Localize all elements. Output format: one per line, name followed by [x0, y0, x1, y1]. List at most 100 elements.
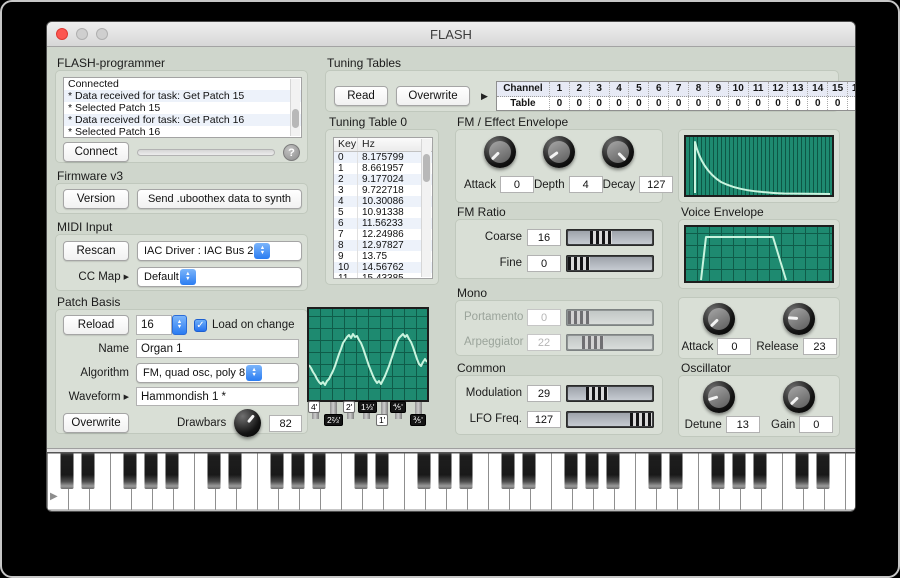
table-cell[interactable]: 0	[609, 97, 629, 111]
drawbar-tag[interactable]: ⅗'	[410, 414, 426, 426]
channel-cell[interactable]: 15	[827, 82, 847, 96]
drawbars-value[interactable]: 82	[269, 415, 302, 432]
table-cell[interactable]: 0	[807, 97, 827, 111]
drawbar-tag[interactable]: 2⅔'	[324, 414, 343, 426]
channel-cell[interactable]: 2	[569, 82, 589, 96]
modulation-slider[interactable]	[566, 385, 654, 402]
patch-number-field[interactable]: 16	[136, 315, 172, 335]
channel-cell[interactable]: 7	[668, 82, 688, 96]
fm-decay-knob[interactable]	[602, 136, 634, 168]
drawbar-tag[interactable]: 2'	[343, 401, 355, 413]
detune-value[interactable]: 13	[726, 416, 760, 433]
tuning-row[interactable]: 2 9.177024	[334, 174, 432, 185]
version-button[interactable]: Version	[63, 189, 129, 209]
tuning-disclosure-icon[interactable]: ▶	[481, 91, 488, 102]
channel-cell[interactable]: 13	[787, 82, 807, 96]
titlebar[interactable]: FLASH	[47, 22, 855, 47]
gain-value[interactable]: 0	[799, 416, 833, 433]
table-cell[interactable]: 0	[728, 97, 748, 111]
fm-depth-knob[interactable]	[543, 136, 575, 168]
arpeggiator-value[interactable]: 22	[527, 334, 561, 351]
portamento-slider[interactable]	[566, 309, 654, 326]
algorithm-popup[interactable]: FM, quad osc, poly 8 ▲▼	[136, 363, 299, 383]
log-row[interactable]: * Selected Patch 15	[64, 102, 301, 114]
voice-release-knob[interactable]	[783, 303, 815, 335]
fm-decay-value[interactable]: 127	[639, 176, 673, 193]
table-cell[interactable]: 0	[688, 97, 708, 111]
piano-keyboard[interactable]: ▶	[47, 448, 855, 511]
log-row[interactable]: Connected	[64, 78, 301, 90]
patch-name-input[interactable]	[136, 339, 299, 358]
fm-depth-value[interactable]: 4	[569, 176, 603, 193]
waveform-scope[interactable]	[307, 307, 429, 402]
drawbar-tag[interactable]: ⅘'	[390, 401, 406, 413]
channel-cell[interactable]: 16	[847, 82, 856, 96]
coarse-value[interactable]: 16	[527, 229, 561, 246]
rescan-button[interactable]: Rescan	[63, 241, 129, 261]
lfo-freq-slider[interactable]	[566, 411, 654, 428]
tuning-row[interactable]: 1 8.661957	[334, 163, 432, 174]
gain-knob[interactable]	[783, 381, 815, 413]
tuning-row[interactable]: 3 9.722718	[334, 185, 432, 196]
portamento-value[interactable]: 0	[527, 309, 561, 326]
drawbars-knob[interactable]	[234, 409, 261, 437]
voice-attack-knob[interactable]	[703, 303, 735, 335]
tuning-scrollbar[interactable]	[421, 139, 431, 277]
table-cell[interactable]: 0	[569, 97, 589, 111]
lfo-freq-value[interactable]: 127	[527, 411, 561, 428]
key-column-header[interactable]: Key	[334, 138, 358, 151]
table-cell[interactable]: 0	[768, 97, 788, 111]
tuning-row[interactable]: 7 12.24986	[334, 229, 432, 240]
table-cell[interactable]: 0	[787, 97, 807, 111]
detune-knob[interactable]	[703, 381, 735, 413]
tuning-row[interactable]: 10 14.56762	[334, 262, 432, 273]
channel-cell[interactable]: 9	[708, 82, 728, 96]
channel-cell[interactable]: 3	[589, 82, 609, 96]
table-cell[interactable]: 0	[668, 97, 688, 111]
reload-button[interactable]: Reload	[63, 315, 129, 335]
hz-column-header[interactable]: Hz	[358, 138, 375, 151]
fm-attack-value[interactable]: 0	[500, 176, 534, 193]
coarse-slider[interactable]	[566, 229, 654, 246]
tuning-row[interactable]: 9 13.75	[334, 251, 432, 262]
send-uboothex-button[interactable]: Send .uboothex data to synth	[137, 189, 302, 209]
log-row[interactable]: * Data received for task: Get Patch 15	[64, 90, 301, 102]
tuning-row[interactable]: 4 10.30086	[334, 196, 432, 207]
cc-map-popup[interactable]: Default ▲▼	[137, 267, 302, 287]
keyboard-scroll-left-icon[interactable]: ▶	[50, 491, 58, 502]
tuning-overwrite-button[interactable]: Overwrite	[396, 86, 470, 106]
log-scrollbar[interactable]	[290, 79, 300, 136]
tuning-row[interactable]: 8 12.97827	[334, 240, 432, 251]
tuning-scrollbar-thumb[interactable]	[423, 154, 430, 182]
waveform-input[interactable]	[136, 387, 299, 406]
fine-value[interactable]: 0	[527, 255, 561, 272]
tuning-row[interactable]: 5 10.91338	[334, 207, 432, 218]
midi-driver-popup[interactable]: IAC Driver : IAC Bus 2 ▲▼	[137, 241, 302, 261]
fm-attack-knob[interactable]	[484, 136, 516, 168]
table-cell[interactable]: 0	[708, 97, 728, 111]
channel-cell[interactable]: 6	[648, 82, 668, 96]
channel-cell[interactable]: 1	[549, 82, 569, 96]
channel-cell[interactable]: 5	[628, 82, 648, 96]
patch-number-stepper[interactable]: ▲▼	[172, 315, 187, 335]
voice-release-value[interactable]: 23	[803, 338, 837, 355]
tuning-row[interactable]: 6 11.56233	[334, 218, 432, 229]
fine-slider[interactable]	[566, 255, 654, 272]
table-cell[interactable]: 0	[827, 97, 847, 111]
table-cell[interactable]: 0	[648, 97, 668, 111]
drawbar-tag[interactable]: 1⅓'	[358, 401, 377, 413]
close-button[interactable]	[56, 28, 68, 40]
tuning-row[interactable]: 11 15.43385	[334, 273, 432, 279]
channel-cell[interactable]: 11	[748, 82, 768, 96]
tuning-read-button[interactable]: Read	[334, 86, 388, 106]
table-cell[interactable]: 0	[549, 97, 569, 111]
waveform-disclosure-icon[interactable]: ▶	[124, 393, 129, 401]
zoom-button[interactable]	[96, 28, 108, 40]
arpeggiator-slider[interactable]	[566, 334, 654, 351]
table-cell[interactable]: 0	[628, 97, 648, 111]
voice-attack-value[interactable]: 0	[717, 338, 751, 355]
drawbar-tag[interactable]: 1'	[376, 414, 388, 426]
log-row[interactable]: * Selected Patch 16	[64, 126, 301, 138]
connect-button[interactable]: Connect	[63, 142, 129, 162]
table-cell[interactable]: 0	[589, 97, 609, 111]
